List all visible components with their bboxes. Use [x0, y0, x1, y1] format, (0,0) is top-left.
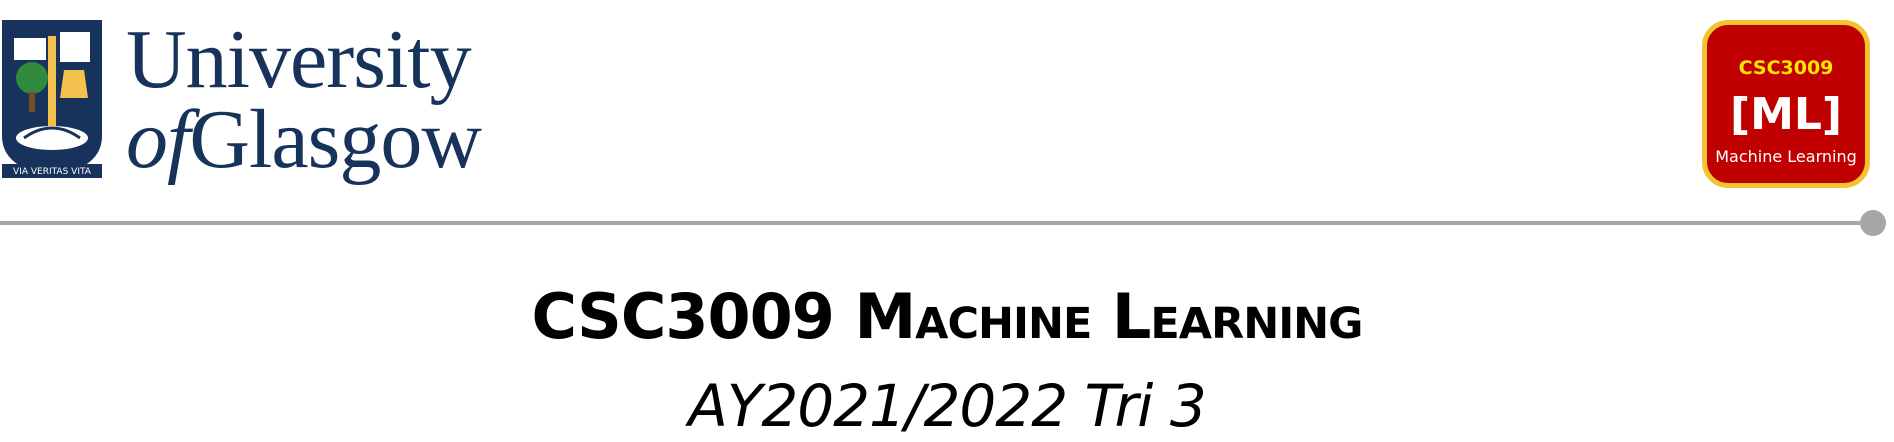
crest-motto: VIA VERITAS VITA [13, 167, 92, 177]
university-crest-icon: VIA VERITAS VITA [2, 20, 102, 178]
university-logo: VIA VERITAS VITA University ofGlasgow [0, 13, 520, 182]
document-subtitle: AY2021/2022 Tri 3 [688, 372, 1207, 440]
document-title: CSC3009 Machine Learning [531, 280, 1364, 353]
wordmark-glasgow: Glasgow [189, 93, 482, 186]
course-badge: CSC3009 [ML] Machine Learning [1702, 20, 1870, 188]
badge-course-abbr: [ML] [1729, 89, 1843, 140]
wordmark-of: of [126, 93, 190, 186]
wordmark-line-glasgow: ofGlasgow [126, 98, 482, 182]
badge-course-code: CSC3009 [1738, 57, 1834, 79]
badge-course-name: Machine Learning [1715, 147, 1857, 166]
divider-end-dot [1860, 210, 1886, 236]
header-divider [0, 221, 1872, 225]
wordmark-line-university: University [126, 13, 472, 106]
